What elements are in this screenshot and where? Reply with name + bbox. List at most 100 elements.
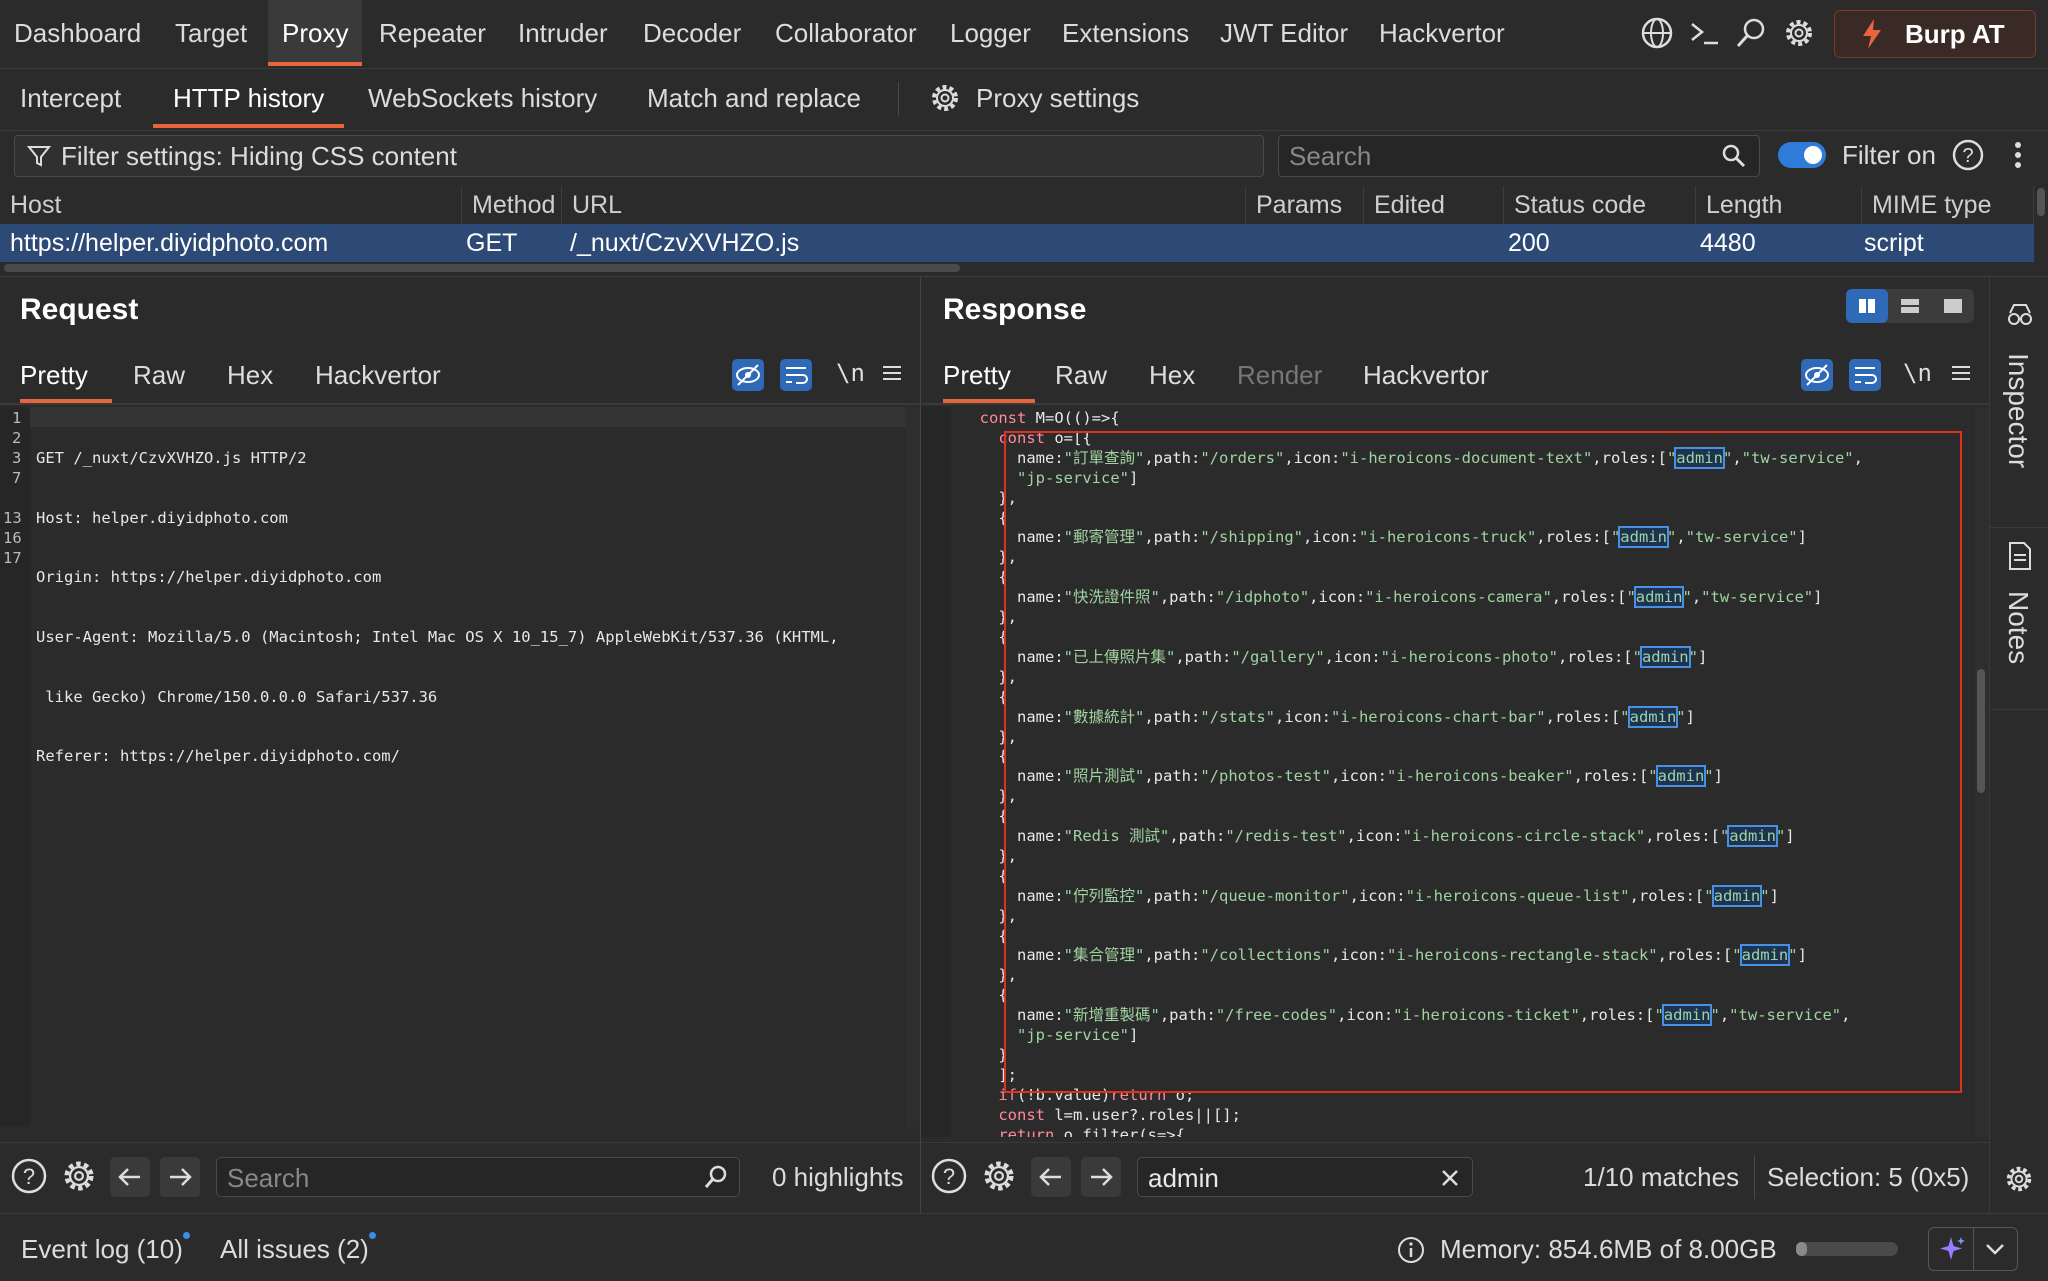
filter-settings-bar[interactable]: Filter settings: Hiding CSS content: [14, 135, 1264, 177]
tab-websockets-history[interactable]: WebSockets history: [348, 68, 617, 128]
gear-icon[interactable]: [2003, 1163, 2035, 1195]
column-header-mime-type[interactable]: MIME type: [1862, 186, 2034, 224]
column-header-length[interactable]: Length: [1696, 186, 1862, 224]
tab-intercept[interactable]: Intercept: [0, 68, 141, 128]
sparkle-icon: [1939, 1235, 1967, 1263]
nav-dashboard[interactable]: Dashboard: [0, 0, 155, 66]
request-line: Host: helper.diyidphoto.com: [36, 508, 288, 527]
top-navigation: Dashboard Target Proxy Repeater Intruder…: [0, 0, 2048, 69]
previous-match-arrow-icon[interactable]: [1031, 1157, 1071, 1197]
nav-collaborator[interactable]: Collaborator: [761, 0, 931, 66]
line-number: 17: [3, 549, 22, 567]
table-row[interactable]: https://helper.diyidphoto.com GET /_nuxt…: [0, 224, 2034, 262]
request-code[interactable]: GET /_nuxt/CzvXVHZO.js HTTP/2 Host: help…: [36, 409, 839, 807]
table-horizontal-scrollbar[interactable]: [4, 264, 960, 272]
svg-text:?: ?: [1962, 145, 1973, 167]
next-arrow-icon[interactable]: [160, 1157, 200, 1197]
word-wrap-icon[interactable]: [1849, 359, 1881, 391]
help-icon[interactable]: ?: [930, 1157, 968, 1195]
nav-repeater[interactable]: Repeater: [365, 0, 500, 66]
request-line: GET /_nuxt/CzvXVHZO.js HTTP/2: [36, 448, 307, 467]
history-search-input[interactable]: Search: [1278, 135, 1760, 177]
help-icon[interactable]: ?: [10, 1157, 48, 1195]
cell-url: /_nuxt/CzvXVHZO.js: [570, 229, 800, 257]
search-icon[interactable]: [1734, 16, 1768, 50]
info-icon: [1396, 1235, 1426, 1265]
response-tab-render[interactable]: Render: [1237, 347, 1322, 403]
ai-assist-button[interactable]: [1928, 1227, 2018, 1271]
request-line: like Gecko) Chrome/150.0.0.0 Safari/537.…: [36, 687, 438, 706]
nav-intruder[interactable]: Intruder: [504, 0, 622, 66]
clear-icon[interactable]: [1440, 1168, 1460, 1188]
layout-split-horizontal-icon[interactable]: [1889, 289, 1931, 323]
response-code-viewport[interactable]: const M=O(()=>{ const o=[{ name:"訂單查詢",p…: [921, 407, 1975, 1137]
request-tab-hex[interactable]: Hex: [227, 347, 273, 403]
memory-bar: [1796, 1242, 1898, 1256]
response-tab-pretty[interactable]: Pretty: [943, 347, 1035, 403]
side-panel: Inspector Notes: [1989, 277, 2048, 1213]
nav-target[interactable]: Target: [161, 0, 261, 66]
previous-arrow-icon[interactable]: [110, 1157, 150, 1197]
nav-logger[interactable]: Logger: [936, 0, 1045, 66]
response-tab-hex[interactable]: Hex: [1149, 347, 1195, 403]
notes-icon: [2007, 541, 2033, 571]
burp-at-button[interactable]: Burp AT: [1834, 10, 2036, 58]
response-tab-hackvertor[interactable]: Hackvertor: [1363, 347, 1489, 403]
notes-tab[interactable]: Notes: [1990, 529, 2048, 709]
column-header-edited[interactable]: Edited: [1364, 186, 1504, 224]
column-header-method[interactable]: Method: [462, 186, 562, 224]
column-header-status-code[interactable]: Status code: [1504, 186, 1696, 224]
nav-hackvertor[interactable]: Hackvertor: [1365, 0, 1519, 66]
hide-nonprintable-icon[interactable]: [732, 359, 764, 391]
layout-single-icon[interactable]: [1932, 289, 1974, 323]
terminal-icon[interactable]: [1688, 16, 1722, 50]
all-issues-link[interactable]: All issues (2): [220, 1234, 369, 1265]
response-line: const M=O(()=>{: [979, 409, 1120, 427]
menu-icon[interactable]: [1949, 361, 1973, 385]
cell-mime-type: script: [1864, 229, 1924, 257]
response-tab-raw[interactable]: Raw: [1055, 347, 1107, 403]
request-search-input[interactable]: Search: [216, 1157, 740, 1197]
line-number: 1: [12, 409, 22, 427]
gear-icon[interactable]: [980, 1157, 1018, 1195]
next-match-arrow-icon[interactable]: [1081, 1157, 1121, 1197]
svg-text:?: ?: [943, 1164, 955, 1189]
nav-jwt-editor[interactable]: JWT Editor: [1206, 0, 1362, 66]
help-icon[interactable]: ?: [1952, 139, 1984, 171]
gear-icon[interactable]: [60, 1157, 98, 1195]
filter-on-label: Filter on: [1842, 140, 1936, 170]
nav-decoder[interactable]: Decoder: [629, 0, 755, 66]
line-number: 13: [3, 509, 22, 527]
event-log-link[interactable]: Event log (10): [21, 1234, 183, 1265]
menu-icon[interactable]: [880, 361, 904, 385]
word-wrap-icon[interactable]: [780, 359, 812, 391]
selection-info: Selection: 5 (0x5): [1767, 1162, 1970, 1192]
tab-match-and-replace[interactable]: Match and replace: [627, 68, 881, 128]
response-search-input[interactable]: admin: [1137, 1157, 1473, 1197]
nav-proxy[interactable]: Proxy: [268, 0, 363, 66]
column-header-host[interactable]: Host: [0, 186, 462, 224]
divider: [898, 82, 899, 116]
request-scrollbar[interactable]: [906, 407, 920, 1127]
newline-toggle[interactable]: \n: [1903, 359, 1932, 387]
filter-toggle[interactable]: [1778, 142, 1826, 168]
tab-http-history[interactable]: HTTP history: [153, 68, 345, 128]
layout-split-vertical-icon[interactable]: [1846, 289, 1888, 323]
request-tab-hackvertor[interactable]: Hackvertor: [315, 347, 441, 403]
divider: [1990, 527, 2048, 528]
hide-nonprintable-icon[interactable]: [1801, 359, 1833, 391]
nav-extensions[interactable]: Extensions: [1048, 0, 1203, 66]
more-options-icon[interactable]: [2012, 139, 2024, 171]
response-scrollbar[interactable]: [1975, 407, 1989, 1137]
newline-toggle[interactable]: \n: [836, 359, 865, 387]
request-tab-pretty[interactable]: Pretty: [20, 347, 112, 403]
inspector-tab[interactable]: Inspector: [1990, 277, 2048, 527]
search-placeholder: Search: [1289, 141, 1372, 171]
cell-status-code: 200: [1508, 229, 1550, 257]
column-header-params[interactable]: Params: [1246, 186, 1364, 224]
request-tab-raw[interactable]: Raw: [133, 347, 185, 403]
gear-icon[interactable]: [1782, 16, 1816, 50]
globe-icon[interactable]: [1640, 16, 1674, 50]
column-header-url[interactable]: URL: [562, 186, 1246, 224]
table-scrollbar[interactable]: [2034, 186, 2048, 276]
